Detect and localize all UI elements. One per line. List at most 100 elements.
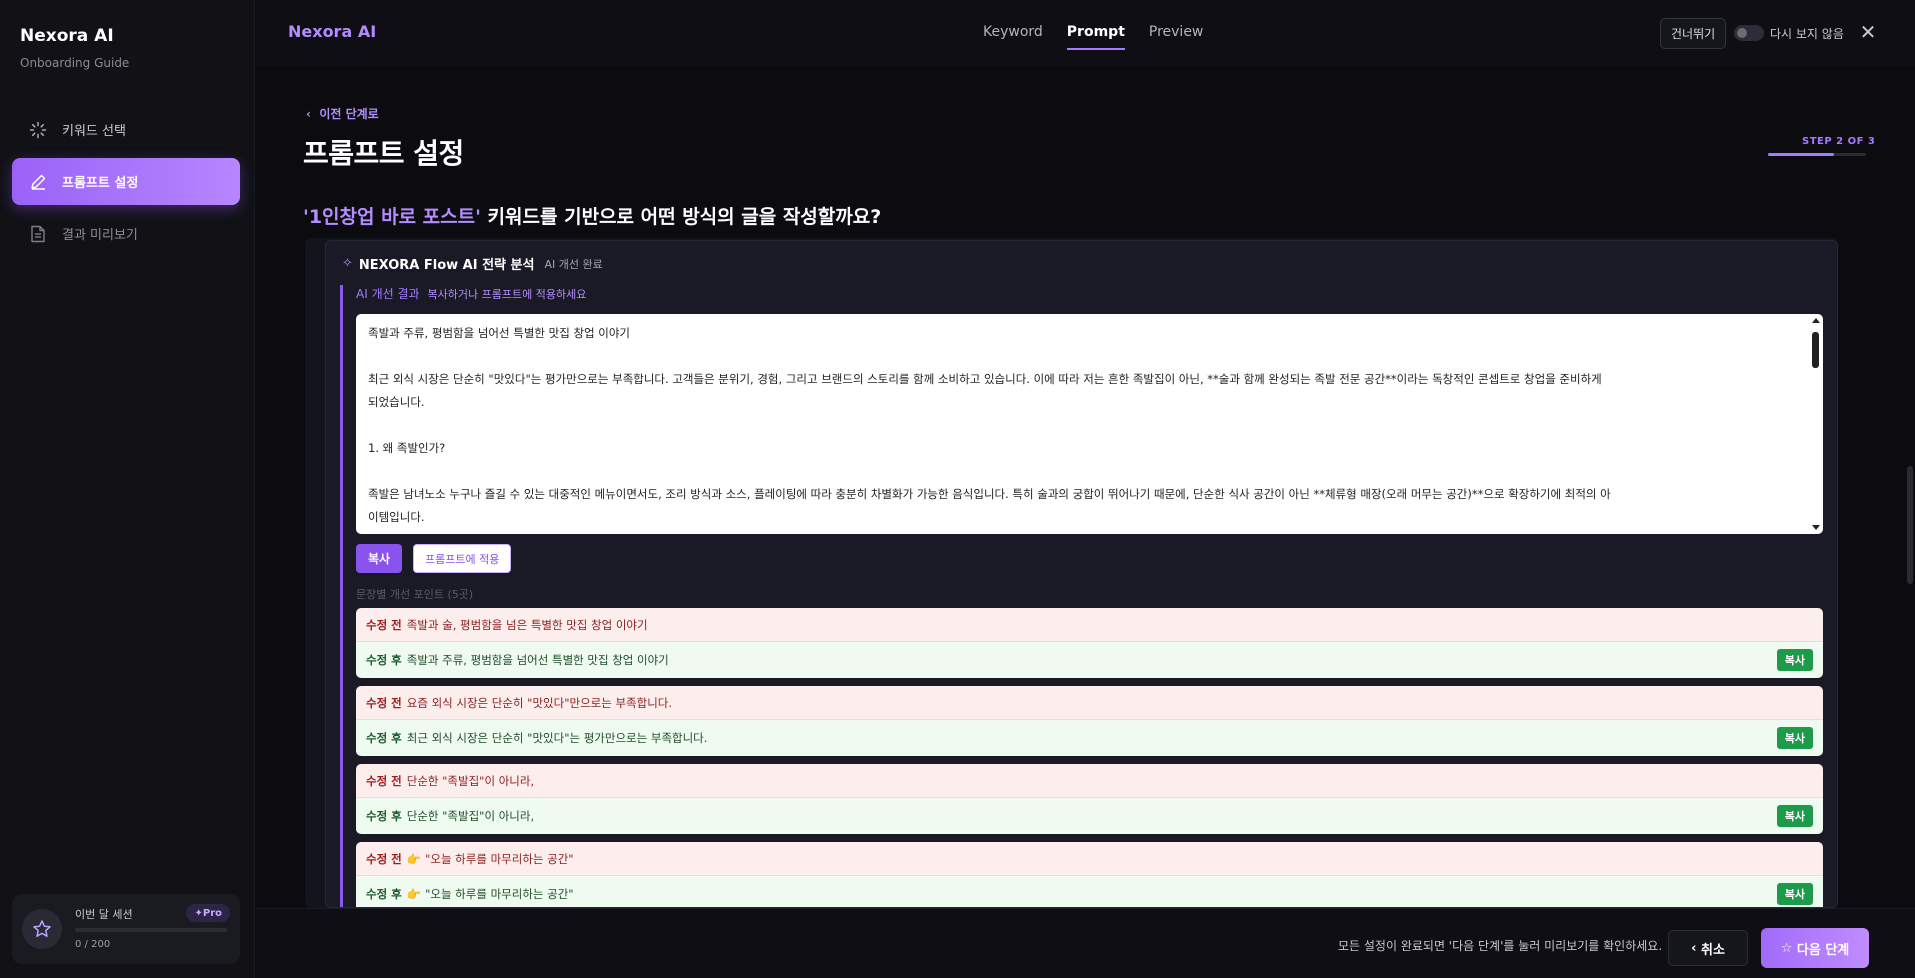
footer-bar: 모든 설정이 완료되면 '다음 단계'를 눌러 미리보기를 확인하세요. ‹ 취… bbox=[256, 908, 1915, 978]
document-icon bbox=[28, 224, 48, 244]
question-text: 키워드를 기반으로 어떤 방식의 글을 작성할까요? bbox=[480, 206, 882, 228]
back-link-label: 이전 단계로 bbox=[319, 107, 379, 121]
result-line: 1. 왜 족발인가? bbox=[368, 441, 446, 455]
result-line: 족발은 남녀노소 누구나 즐길 수 있는 대중적인 메뉴이면서도, 조리 방식과… bbox=[368, 487, 1611, 501]
session-label: 이번 달 세션 bbox=[75, 908, 133, 921]
page-title: 프롬프트 설정 bbox=[303, 137, 464, 170]
after-tag: 수정 후 bbox=[366, 809, 402, 823]
pointing-hand-icon: 👉 bbox=[406, 851, 422, 866]
chevron-left-icon: ‹ bbox=[1691, 940, 1697, 956]
after-text: 족발과 주류, 평범함을 넘어선 특별한 맛집 창업 이야기 bbox=[406, 653, 669, 667]
before-tag: 수정 전 bbox=[366, 617, 402, 632]
step-indicator: STEP 2 OF 3 bbox=[1802, 136, 1876, 147]
before-text: "오늘 하루를 마무리하는 공간" bbox=[425, 851, 574, 866]
result-line: 족발과 주류, 평범함을 넘어선 특별한 맛집 창업 이야기 bbox=[368, 326, 631, 340]
diff-copy-button[interactable]: 복사 bbox=[1776, 649, 1813, 671]
apply-to-prompt-button[interactable]: 프롬프트에 적용 bbox=[413, 544, 512, 573]
skip-button[interactable]: 건너뛰기 bbox=[1660, 18, 1727, 49]
diff-copy-button[interactable]: 복사 bbox=[1776, 805, 1813, 827]
diff-after: 수정 후 족발과 주류, 평범함을 넘어선 특별한 맛집 창업 이야기 복사 bbox=[356, 642, 1823, 678]
dont-show-toggle[interactable] bbox=[1734, 25, 1764, 41]
diff-copy-button[interactable]: 복사 bbox=[1776, 883, 1813, 905]
before-text: 족발과 술, 평범함을 넘은 특별한 맛집 창업 이야기 bbox=[406, 617, 648, 632]
result-section: AI 개선 결과 복사하거나 프롬프트에 적용하세요 족발과 주류, 평범함을 … bbox=[340, 285, 1824, 907]
close-icon[interactable]: ✕ bbox=[1856, 20, 1880, 44]
next-step-button[interactable]: ☆ 다음 단계 bbox=[1761, 928, 1869, 968]
cancel-button[interactable]: ‹ 취소 bbox=[1668, 930, 1748, 966]
sidebar-brand-title: Nexora AI bbox=[20, 26, 114, 46]
result-textarea[interactable]: 족발과 주류, 평범함을 넘어선 특별한 맛집 창업 이야기 최근 외식 시장은… bbox=[356, 314, 1823, 534]
diff-before: 수정 전 요즘 외식 시장은 단순히 "맛있다"만으로는 부족합니다. bbox=[356, 686, 1823, 720]
diff-before: 수정 전 단순한 "족발집"이 아니라, bbox=[356, 764, 1823, 798]
scroll-thumb[interactable] bbox=[1812, 332, 1819, 368]
step-progress-fill bbox=[1768, 153, 1834, 156]
before-tag: 수정 전 bbox=[366, 695, 402, 710]
result-hint: 복사하거나 프롬프트에 적용하세요 bbox=[427, 288, 587, 301]
session-progress-bar bbox=[75, 928, 227, 932]
star-icon: ☆ bbox=[1780, 940, 1793, 956]
result-header: AI 개선 결과 복사하거나 프롬프트에 적용하세요 bbox=[356, 285, 586, 302]
after-text: "오늘 하루를 마무리하는 공간" bbox=[425, 887, 574, 901]
diff-after: 수정 후 👉 "오늘 하루를 마무리하는 공간" 복사 bbox=[356, 876, 1823, 907]
back-link[interactable]: ‹ 이전 단계로 bbox=[306, 105, 379, 122]
step-progress-track bbox=[1768, 153, 1866, 156]
diff-before: 수정 전 👉 "오늘 하루를 마무리하는 공간" bbox=[356, 842, 1823, 876]
before-tag: 수정 전 bbox=[366, 773, 402, 788]
diff-after: 수정 후 최근 외식 시장은 단순히 "맛있다"는 평가만으로는 부족합니다. … bbox=[356, 720, 1823, 756]
diff-item: 수정 전 단순한 "족발집"이 아니라, 수정 후 단순한 "족발집"이 아니라… bbox=[356, 764, 1823, 834]
after-tag: 수정 후 bbox=[366, 653, 402, 667]
scroll-down-icon[interactable] bbox=[1812, 525, 1820, 530]
before-text: 요즘 외식 시장은 단순히 "맛있다"만으로는 부족합니다. bbox=[406, 695, 673, 710]
sidebar-item-label: 프롬프트 설정 bbox=[62, 176, 139, 191]
after-tag: 수정 후 bbox=[366, 731, 402, 745]
loader-icon bbox=[28, 120, 48, 140]
pro-badge: ✦Pro bbox=[186, 904, 230, 922]
sidebar-item-prompt[interactable]: 프롬프트 설정 bbox=[12, 158, 240, 205]
tab-bar: Keyword Prompt Preview bbox=[983, 0, 1227, 66]
textarea-scrollbar[interactable] bbox=[1811, 318, 1821, 530]
panel-header: ✧ NEXORA Flow AI 전략 분석 AI 개선 완료 bbox=[342, 254, 603, 273]
next-step-label: 다음 단계 bbox=[1796, 942, 1850, 958]
diff-copy-button[interactable]: 복사 bbox=[1776, 727, 1813, 749]
page-scrollbar[interactable] bbox=[1907, 466, 1913, 584]
chevron-left-icon: ‹ bbox=[306, 107, 311, 121]
tab-preview[interactable]: Preview bbox=[1149, 0, 1204, 50]
session-card: 이번 달 세션 ✦Pro 0 / 200 bbox=[12, 894, 240, 964]
sidebar-item-keyword[interactable]: 키워드 선택 bbox=[12, 106, 240, 153]
after-text: 단순한 "족발집"이 아니라, bbox=[406, 809, 535, 823]
panel-title: NEXORA Flow AI 전략 분석 bbox=[358, 258, 535, 273]
sparkle-icon: ✧ bbox=[342, 256, 353, 271]
diff-item: 수정 전 족발과 술, 평범함을 넘은 특별한 맛집 창업 이야기 수정 후 족… bbox=[356, 608, 1823, 678]
dont-show-label: 다시 보지 않음 bbox=[1770, 27, 1844, 41]
ai-analysis-panel: ✧ NEXORA Flow AI 전략 분석 AI 개선 완료 AI 개선 결과… bbox=[325, 240, 1838, 908]
improvement-points-label: 문장별 개선 포인트 (5곳) bbox=[356, 588, 474, 601]
copy-button[interactable]: 복사 bbox=[356, 544, 403, 573]
diff-item: 수정 전 요즘 외식 시장은 단순히 "맛있다"만으로는 부족합니다. 수정 후… bbox=[356, 686, 1823, 756]
scroll-up-icon[interactable] bbox=[1812, 318, 1820, 323]
before-text: 단순한 "족발집"이 아니라, bbox=[406, 773, 535, 788]
question-heading: '1인창업 바로 포스트' 키워드를 기반으로 어떤 방식의 글을 작성할까요? bbox=[303, 202, 881, 229]
panel-status: AI 개선 완료 bbox=[544, 257, 603, 271]
after-text: 최근 외식 시장은 단순히 "맛있다"는 평가만으로는 부족합니다. bbox=[406, 731, 708, 745]
result-title: AI 개선 결과 bbox=[356, 287, 420, 301]
sidebar-item-label: 키워드 선택 bbox=[62, 124, 126, 139]
result-line: 이템입니다. bbox=[368, 510, 425, 524]
sidebar-item-label: 결과 미리보기 bbox=[62, 228, 138, 243]
session-count: 0 / 200 bbox=[75, 939, 111, 950]
sidebar-brand-subtitle: Onboarding Guide bbox=[20, 56, 130, 70]
pencil-icon bbox=[28, 172, 48, 192]
topbar-brand: Nexora AI bbox=[288, 22, 377, 41]
star-icon bbox=[22, 909, 62, 949]
diff-after: 수정 후 단순한 "족발집"이 아니라, 복사 bbox=[356, 798, 1823, 834]
sidebar: Nexora AI Onboarding Guide 키워드 선택 프롬프트 설… bbox=[0, 0, 255, 978]
result-line: 되었습니다. bbox=[368, 395, 425, 409]
diff-item: 수정 전 👉 "오늘 하루를 마무리하는 공간" 수정 후 👉 "오늘 하루를 … bbox=[356, 842, 1823, 907]
sidebar-item-preview[interactable]: 결과 미리보기 bbox=[12, 210, 240, 257]
pointing-hand-icon: 👉 bbox=[406, 887, 422, 901]
diff-before: 수정 전 족발과 술, 평범함을 넘은 특별한 맛집 창업 이야기 bbox=[356, 608, 1823, 642]
tab-keyword[interactable]: Keyword bbox=[983, 0, 1043, 50]
cancel-label: 취소 bbox=[1700, 942, 1725, 958]
before-tag: 수정 전 bbox=[366, 851, 402, 866]
topbar: Nexora AI Keyword Prompt Preview 건너뛰기 다시… bbox=[256, 0, 1915, 66]
tab-prompt[interactable]: Prompt bbox=[1066, 0, 1125, 50]
